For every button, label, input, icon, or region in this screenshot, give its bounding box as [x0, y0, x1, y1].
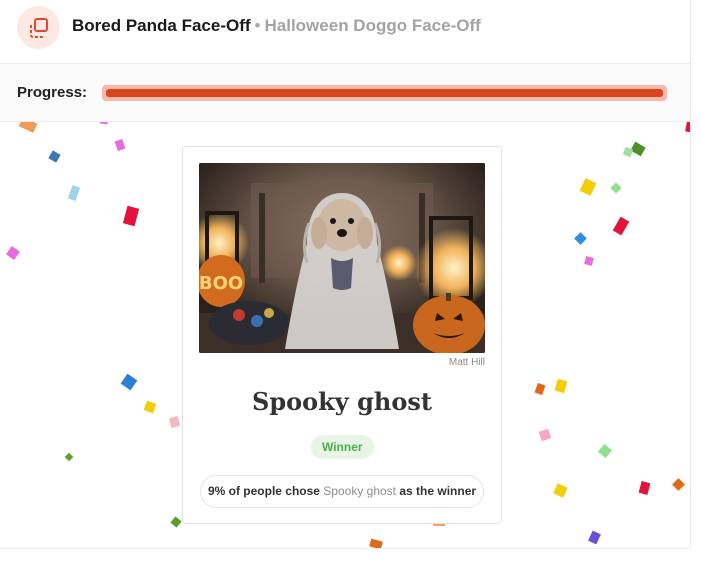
confetti-piece — [67, 185, 81, 201]
progress-row: Progress: — [0, 64, 690, 122]
confetti-piece — [579, 178, 597, 196]
confetti-piece — [168, 416, 181, 428]
face-off-logo-icon[interactable] — [17, 6, 60, 49]
confetti-piece — [114, 138, 126, 152]
confetti-piece — [120, 373, 138, 391]
result-card: BOO Matt Hill Spooky ghost Winner 9% of … — [182, 146, 502, 524]
confetti-piece — [18, 122, 38, 133]
title-separator: • — [254, 16, 261, 35]
confetti-piece — [64, 452, 74, 462]
vote-stat-prefix: 9% of people chose — [207, 484, 324, 498]
confetti-piece — [597, 443, 613, 459]
page-title: Bored Panda Face-Off • Halloween Doggo Fac… — [72, 16, 481, 36]
faceoff-subtitle: Halloween Doggo Face-Off — [264, 16, 481, 35]
confetti-piece — [622, 146, 634, 158]
confetti-piece — [122, 205, 140, 227]
header: Bored Panda Face-Off • Halloween Doggo Fac… — [0, 0, 690, 64]
confetti-piece — [369, 538, 383, 548]
confetti-piece — [538, 428, 552, 442]
confetti-piece — [170, 516, 182, 528]
confetti-piece — [610, 182, 622, 194]
confetti-piece — [685, 122, 690, 133]
confetti-piece — [48, 150, 61, 163]
confetti-piece — [534, 382, 546, 396]
confetti-piece — [588, 530, 601, 545]
confetti-piece — [143, 400, 157, 414]
face-off-logo-glyph — [29, 17, 48, 38]
dog-ghost-illustration: BOO — [199, 163, 485, 353]
svg-text:BOO: BOO — [199, 273, 243, 294]
confetti-piece — [99, 122, 109, 125]
vote-stat-pill: 9% of people chose Spooky ghost as the w… — [200, 475, 484, 508]
confetti-piece — [612, 216, 630, 236]
result-title: Spooky ghost — [252, 387, 432, 416]
winner-badge: Winner — [311, 435, 374, 459]
image-credit: Matt Hill — [448, 357, 485, 368]
progress-bar — [102, 85, 667, 101]
confetti-piece — [553, 483, 568, 498]
confetti-piece — [6, 246, 20, 260]
faceoff-panel: Bored Panda Face-Off • Halloween Doggo Fac… — [0, 0, 691, 549]
dog-ghost-photo: BOO — [199, 163, 485, 353]
vote-stat-highlight: Spooky ghost — [323, 484, 397, 498]
confetti-piece — [584, 256, 594, 266]
confetti-piece — [554, 378, 568, 394]
app-title: Bored Panda Face-Off — [72, 16, 251, 35]
progress-bar-fill — [106, 89, 663, 97]
confetti-piece — [672, 478, 685, 491]
confetti-piece — [574, 232, 587, 245]
confetti-piece — [638, 481, 651, 495]
progress-label: Progress: — [17, 84, 88, 101]
vote-stat-suffix: as the winner — [396, 484, 477, 498]
